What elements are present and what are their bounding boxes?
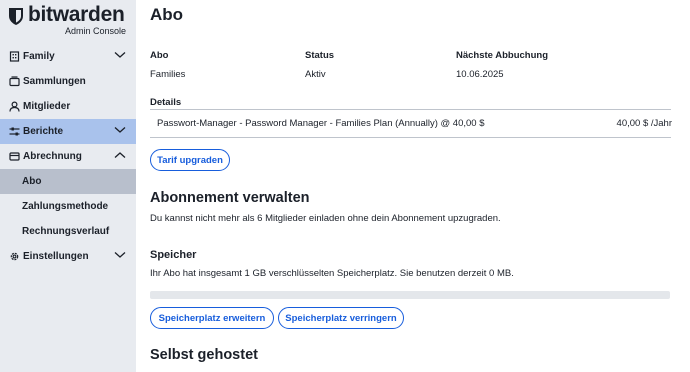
sidebar-item-label: Sammlungen <box>23 76 86 87</box>
brand-name: bitwarden <box>28 3 125 26</box>
gear-icon <box>8 251 20 263</box>
sidebar-item-sammlungen[interactable]: Sammlungen <box>0 69 136 94</box>
sidebar-item-zahlungsmethode[interactable]: Zahlungsmethode <box>0 194 136 219</box>
details-divider-bottom <box>150 137 671 138</box>
details-line-price: 40,00 $ /Jahr <box>616 118 672 129</box>
sidebar-item-einstellungen[interactable]: Einstellungen <box>0 244 136 269</box>
sidebar-item-rechnungsverlauf[interactable]: Rechnungsverlauf <box>0 219 136 244</box>
sidebar-item-label: Mitglieder <box>23 101 71 112</box>
summary-value-plan: Families <box>150 69 186 80</box>
collection-icon <box>8 76 20 88</box>
summary-header-next-charge: Nächste Abbuchung <box>456 50 549 61</box>
billing-icon <box>8 151 20 163</box>
sidebar-item-mitglieder[interactable]: Mitglieder <box>0 94 136 119</box>
add-storage-button[interactable]: Speicherplatz erweitern <box>150 307 274 329</box>
storage-title: Speicher <box>150 249 197 261</box>
details-divider <box>150 109 671 110</box>
details-line-item: Passwort-Manager - Password Manager - Fa… <box>157 118 485 129</box>
user-icon <box>8 101 20 113</box>
sliders-icon <box>8 126 20 138</box>
manage-subscription-title: Abonnement verwalten <box>150 190 310 206</box>
chevron-down-icon <box>114 127 126 133</box>
remove-storage-button[interactable]: Speicherplatz verringern <box>278 307 404 329</box>
brand-subtitle: Admin Console <box>64 26 126 36</box>
sidebar-item-label: Abrechnung <box>23 151 82 162</box>
sidebar-item-abrechnung[interactable]: Abrechnung <box>0 144 136 169</box>
main-content: Abo Abo Status Nächste Abbuchung Familie… <box>136 0 690 372</box>
summary-value-next-charge: 10.06.2025 <box>456 69 504 80</box>
chevron-down-icon <box>114 252 126 258</box>
sidebar-item-label: Abo <box>22 176 42 187</box>
summary-header-status: Status <box>305 50 335 61</box>
page-title: Abo <box>150 5 184 24</box>
sidebar-item-family[interactable]: Family <box>0 44 136 69</box>
sidebar-item-label: Berichte <box>23 126 64 137</box>
bitwarden-logo[interactable]: bitwarden Admin Console <box>8 3 130 40</box>
sidebar-item-berichte[interactable]: Berichte <box>0 119 136 144</box>
sidebar-item-label: Family <box>23 51 55 62</box>
sidebar-item-label: Rechnungsverlauf <box>22 226 110 237</box>
summary-header-abo: Abo <box>150 50 169 61</box>
shield-icon <box>9 8 23 25</box>
summary-value-status: Aktiv <box>305 69 326 80</box>
sidebar: bitwarden Admin Console Family Sammlunge… <box>0 0 136 372</box>
chevron-down-icon <box>114 52 126 58</box>
building-icon <box>8 51 20 63</box>
chevron-up-icon <box>114 152 126 158</box>
sidebar-item-label: Zahlungsmethode <box>22 201 109 212</box>
manage-subscription-text: Du kannst nicht mehr als 6 Mitglieder ei… <box>150 213 501 224</box>
self-hosted-title: Selbst gehostet <box>150 347 258 363</box>
sidebar-item-label: Einstellungen <box>23 251 89 262</box>
details-label: Details <box>150 97 182 108</box>
sidebar-item-abo[interactable]: Abo <box>0 169 136 194</box>
storage-usage-bar <box>150 291 670 299</box>
upgrade-plan-button[interactable]: Tarif upgraden <box>150 149 230 171</box>
storage-text: Ihr Abo hat insgesamt 1 GB verschlüsselt… <box>150 268 514 279</box>
